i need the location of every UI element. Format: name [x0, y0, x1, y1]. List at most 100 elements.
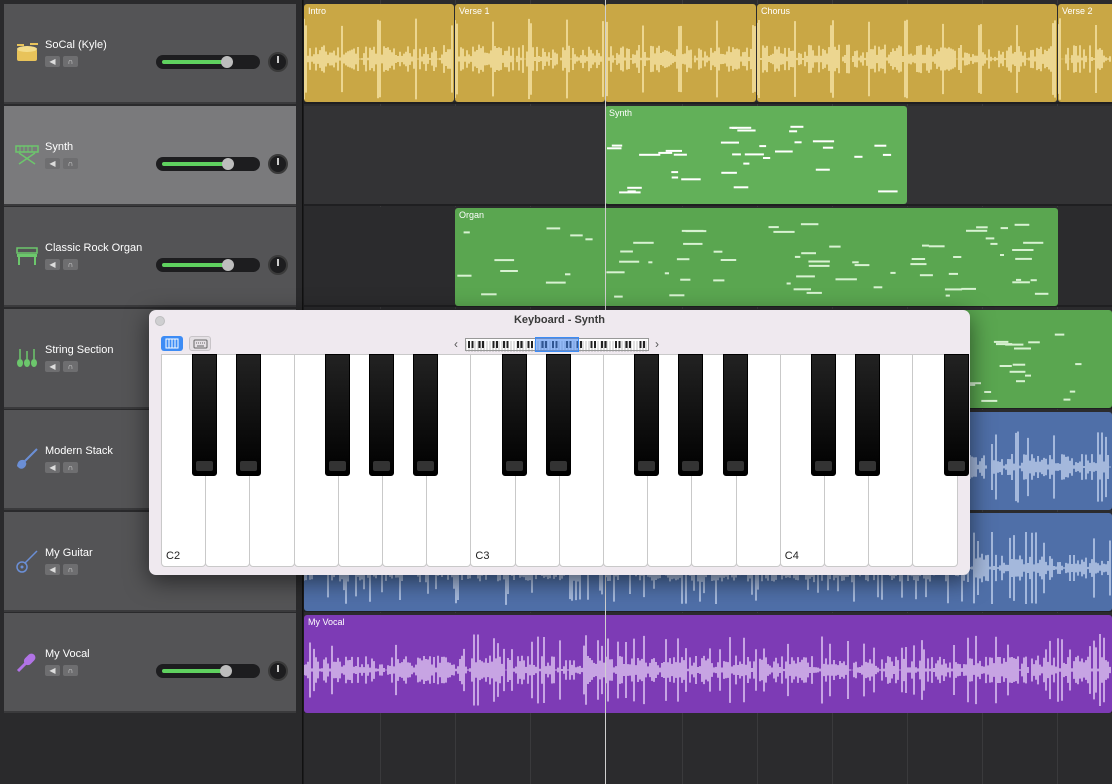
region-name: Organ	[459, 210, 485, 220]
solo-button[interactable]: ∩	[63, 157, 78, 169]
speaker-mute-icon: ◀	[49, 158, 56, 168]
speaker-mute-icon: ◀	[49, 564, 56, 574]
black-key[interactable]	[236, 354, 262, 476]
pan-knob[interactable]	[268, 661, 288, 681]
headphones-icon: ∩	[67, 463, 74, 472]
black-key[interactable]	[722, 354, 748, 476]
track-header[interactable]: Classic Rock Organ ◀ ∩	[4, 207, 296, 307]
piano-keyboard[interactable]: C2 C3 C4	[161, 354, 969, 567]
solo-button[interactable]: ∩	[63, 56, 78, 67]
headphones-icon: ∩	[67, 260, 74, 269]
pan-indicator	[277, 665, 279, 672]
black-key[interactable]	[192, 354, 218, 476]
synth-keyboard-icon	[15, 144, 39, 165]
midi-notes	[607, 125, 898, 194]
pan-indicator	[277, 56, 279, 63]
volume-thumb[interactable]	[220, 665, 232, 677]
mute-button[interactable]: ◀	[45, 665, 60, 676]
organ-region[interactable]: Organ	[455, 208, 1058, 306]
volume-level	[162, 60, 228, 64]
volume-thumb[interactable]	[221, 56, 233, 68]
solo-button[interactable]: ∩	[63, 563, 78, 575]
track-header[interactable]: SoCal (Kyle) ◀ ∩	[4, 4, 296, 104]
synth-region[interactable]: Synth	[605, 106, 907, 204]
mute-button[interactable]: ◀	[45, 462, 60, 473]
black-key[interactable]	[678, 354, 704, 476]
headphones-icon: ∩	[67, 57, 74, 66]
region-name: Verse 2	[1062, 6, 1093, 16]
octave-up-button[interactable]: ›	[655, 337, 659, 351]
pan-knob[interactable]	[268, 255, 288, 275]
typing-mode-button[interactable]	[189, 336, 211, 351]
pan-knob[interactable]	[268, 52, 288, 72]
strings-icon	[17, 348, 37, 367]
track-header[interactable]: Synth ◀ ∩	[4, 105, 296, 206]
track-name: String Section	[45, 343, 114, 356]
volume-thumb[interactable]	[222, 157, 234, 170]
volume-slider[interactable]	[156, 664, 260, 678]
solo-button[interactable]: ∩	[63, 259, 78, 270]
black-key[interactable]	[501, 354, 527, 476]
headphones-icon: ∩	[67, 158, 74, 168]
computer-keyboard-icon	[193, 339, 208, 349]
black-key[interactable]	[324, 354, 350, 476]
black-key[interactable]	[545, 354, 571, 476]
solo-button[interactable]: ∩	[63, 360, 78, 372]
my-vocal-region[interactable]: My Vocal	[304, 615, 1112, 713]
volume-level	[162, 161, 229, 166]
volume-slider[interactable]	[156, 55, 260, 69]
keyboard-range-overview[interactable]	[465, 337, 649, 352]
region-name: Chorus	[761, 6, 791, 16]
mute-button[interactable]: ◀	[45, 360, 60, 372]
midi-notes	[457, 223, 1049, 298]
mute-button[interactable]: ◀	[45, 563, 60, 575]
track-name: My Vocal	[45, 648, 90, 660]
headphones-icon: ∩	[67, 361, 74, 371]
volume-slider[interactable]	[156, 258, 260, 272]
track-header[interactable]: My Vocal ◀ ∩	[4, 613, 296, 713]
black-key[interactable]	[413, 354, 439, 476]
track-name: SoCal (Kyle)	[45, 39, 107, 51]
track-name: Modern Stack	[45, 445, 113, 457]
drum-region[interactable]: Verse 1	[455, 4, 605, 102]
drum-region[interactable]: Chorus	[757, 4, 1057, 102]
octave-down-button[interactable]: ‹	[454, 337, 458, 351]
speaker-mute-icon: ◀	[49, 260, 56, 269]
headphones-icon: ∩	[67, 564, 74, 574]
black-key[interactable]	[811, 354, 836, 476]
keyboard-window: Keyboard - Synth ‹ › C2 C3 C4	[149, 310, 970, 575]
solo-button[interactable]: ∩	[63, 665, 78, 676]
octave-label: C4	[784, 550, 799, 562]
black-key[interactable]	[943, 354, 969, 476]
pan-indicator	[277, 259, 279, 266]
mute-button[interactable]: ◀	[45, 56, 60, 67]
volume-slider[interactable]	[156, 156, 260, 171]
piano-keys-icon	[165, 338, 179, 349]
drum-region[interactable]: Intro	[304, 4, 454, 102]
black-key[interactable]	[855, 354, 881, 476]
mute-button[interactable]: ◀	[45, 259, 60, 270]
waveform	[757, 19, 1056, 99]
solo-button[interactable]: ∩	[63, 462, 78, 473]
speaker-mute-icon: ◀	[49, 463, 56, 472]
mute-button[interactable]: ◀	[45, 157, 60, 169]
region-name: Synth	[609, 108, 633, 118]
black-key[interactable]	[634, 354, 660, 476]
track-name: Synth	[45, 140, 74, 153]
volume-thumb[interactable]	[222, 259, 234, 271]
speaker-mute-icon: ◀	[49, 361, 56, 371]
pan-indicator	[277, 157, 279, 165]
pan-knob[interactable]	[268, 153, 288, 174]
drum-region[interactable]	[605, 4, 756, 102]
track-name: Classic Rock Organ	[45, 242, 143, 254]
octave-label: C3	[475, 550, 490, 562]
visible-range-selector[interactable]	[535, 337, 579, 352]
region-name: My Vocal	[308, 617, 345, 627]
organ-icon	[16, 247, 38, 265]
window-title: Keyboard - Synth	[513, 314, 606, 326]
volume-level	[162, 263, 229, 267]
drum-region[interactable]: Verse 2	[1058, 4, 1112, 102]
keyboard-mode-button[interactable]	[161, 336, 183, 351]
black-key[interactable]	[369, 354, 394, 476]
volume-level	[162, 669, 227, 673]
